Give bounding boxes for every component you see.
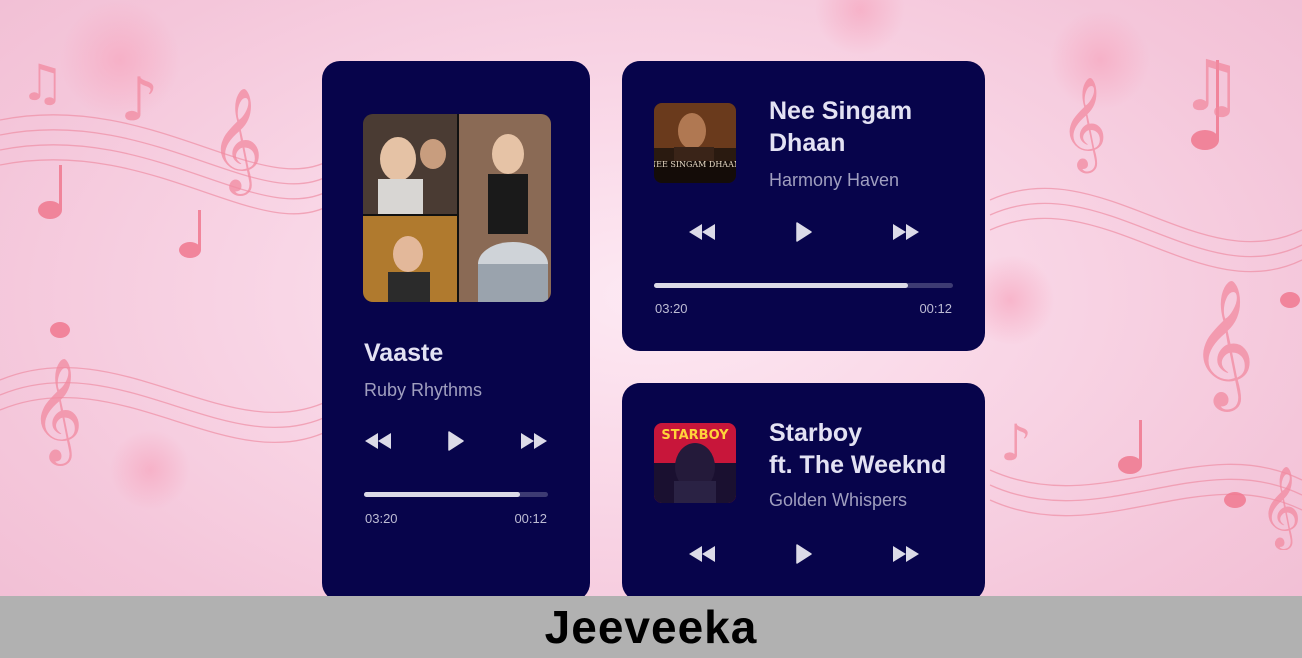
play-icon	[796, 544, 812, 564]
play-icon	[448, 431, 464, 451]
svg-text:♪: ♪	[1000, 414, 1032, 472]
svg-text:♫: ♫	[20, 54, 65, 112]
play-button[interactable]	[790, 221, 818, 243]
svg-text:𝄞: 𝄞	[30, 357, 83, 466]
playback-controls	[688, 543, 920, 565]
svg-text:𝄞: 𝄞	[210, 87, 263, 196]
album-art-vaaste	[363, 114, 551, 302]
rewind-icon	[689, 546, 715, 562]
player-card-starboy: STARBOY Starboy ft. The Weeknd Golden Wh…	[622, 383, 985, 601]
song-artist: Ruby Rhythms	[364, 380, 483, 400]
playback-controls	[364, 430, 548, 452]
rewind-button[interactable]	[688, 221, 716, 243]
album-art-nee-singam-dhaan: NEE SINGAM DHAAN	[654, 103, 736, 183]
song-title: Starboy ft. The Weeknd	[769, 419, 947, 479]
fast-forward-icon	[893, 546, 919, 562]
elapsed-time: 03:20	[365, 511, 398, 526]
play-button[interactable]	[442, 430, 470, 452]
rewind-button[interactable]	[688, 543, 716, 565]
fast-forward-button[interactable]	[520, 430, 548, 452]
song-artist: Harmony Haven	[769, 170, 900, 190]
svg-text:♪: ♪	[120, 65, 158, 135]
remaining-time: 00:12	[514, 511, 547, 526]
progress-bar[interactable]	[364, 492, 548, 497]
song-artist: Golden Whispers	[769, 490, 908, 510]
play-icon	[796, 222, 812, 242]
svg-text:𝄞: 𝄞	[1060, 76, 1107, 173]
remaining-time: 00:12	[919, 301, 952, 316]
song-title: Nee Singam Dhaan	[769, 97, 913, 157]
fast-forward-icon	[521, 433, 547, 449]
cover-text: NEE SINGAM DHAAN	[654, 160, 736, 169]
song-title: Vaaste	[364, 339, 444, 367]
svg-text:𝄞: 𝄞	[1260, 465, 1301, 550]
album-art-starboy: STARBOY	[654, 423, 736, 503]
progress-fill	[654, 283, 909, 288]
play-button[interactable]	[790, 543, 818, 565]
fast-forward-button[interactable]	[892, 543, 920, 565]
svg-text:𝄞: 𝄞	[1190, 278, 1255, 412]
brand-title: Jeeveeka	[544, 601, 758, 653]
fast-forward-icon	[893, 224, 919, 240]
fast-forward-button[interactable]	[892, 221, 920, 243]
playback-controls	[688, 221, 920, 243]
elapsed-time: 03:20	[655, 301, 688, 316]
footer-banner: Jeeveeka	[0, 596, 1302, 658]
rewind-icon	[689, 224, 715, 240]
rewind-button[interactable]	[364, 430, 392, 452]
rewind-icon	[365, 433, 391, 449]
progress-bar[interactable]	[654, 283, 953, 288]
cover-text: STARBOY	[661, 428, 729, 443]
progress-fill	[364, 492, 521, 497]
player-card-vaaste: Vaaste Ruby Rhythms 03:20 00:12	[322, 61, 590, 601]
player-card-nee-singam-dhaan: NEE SINGAM DHAAN Nee Singam Dhaan Harmon…	[622, 61, 985, 351]
svg-text:♫: ♫	[1180, 45, 1243, 127]
